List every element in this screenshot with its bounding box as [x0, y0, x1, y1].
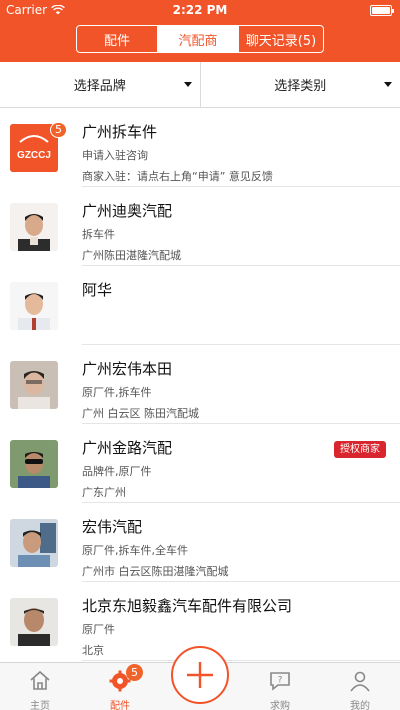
dealer-name: 北京东旭毅鑫汽车配件有限公司	[82, 597, 293, 615]
svg-text:?: ?	[278, 676, 283, 686]
logo-text: GZCCJ	[17, 150, 51, 161]
avatar	[10, 598, 58, 646]
list-item[interactable]: 广州迪奥汽配 拆车件 广州陈田湛隆汽配城	[0, 187, 400, 266]
dealer-parts-type: 原厂件	[82, 623, 115, 636]
tab-parts-label: 配件	[110, 701, 130, 710]
dealer-name: 广州迪奥汽配	[82, 202, 173, 220]
avatar	[10, 203, 58, 251]
caret-down-icon	[183, 82, 192, 87]
list-item[interactable]: 宏伟汽配 原厂件,拆车件,全车件 广州市 白云区陈田湛隆汽配城	[0, 503, 400, 582]
header-bar: Carrier 2:22 PM 配件 汽配商 聊天记录(5)	[0, 0, 400, 62]
app-screen: Carrier 2:22 PM 配件 汽配商 聊天记录(5) 选择品牌 选择类别	[0, 0, 400, 710]
home-icon	[30, 670, 50, 690]
tab-purchase-request-label: 求购	[270, 701, 290, 710]
dealer-name: 广州宏伟本田	[82, 360, 173, 378]
segment-dealers[interactable]: 汽配商	[158, 26, 239, 52]
battery-icon	[370, 5, 394, 16]
avatar	[10, 519, 58, 567]
dealer-parts-type: 拆车件	[82, 228, 115, 241]
dealer-parts-type: 原厂件,拆车件,全车件	[82, 544, 188, 557]
avatar	[10, 440, 58, 488]
plus-icon	[187, 662, 213, 688]
dealer-location: 北京	[82, 644, 104, 657]
category-filter[interactable]: 选择类别	[201, 62, 400, 107]
question-chat-icon: ?	[270, 672, 290, 691]
dealer-name: 阿华	[82, 281, 113, 299]
category-filter-label: 选择类别	[274, 79, 327, 94]
dealer-location: 广州市 白云区陈田湛隆汽配城	[82, 565, 229, 578]
add-button[interactable]	[171, 646, 229, 704]
person-icon	[350, 671, 370, 692]
dealer-parts-type: 原厂件,拆车件	[82, 386, 152, 399]
tab-purchase-request[interactable]: ? 求购	[248, 663, 312, 710]
tab-home[interactable]: 主页	[8, 663, 72, 710]
tab-home-label: 主页	[30, 701, 50, 710]
list-item[interactable]: GZCCJ 5 广州拆车件 申请入驻咨询 商家入驻：请点右上角“申请” 意见反馈	[0, 108, 400, 187]
brand-filter-label: 选择品牌	[73, 79, 126, 94]
tab-profile-label: 我的	[350, 701, 370, 710]
dealer-location: 广东广州	[82, 486, 126, 499]
tab-parts-badge: 5	[126, 664, 143, 681]
dealer-name: 广州拆车件	[82, 123, 158, 141]
dealer-list: GZCCJ 5 广州拆车件 申请入驻咨询 商家入驻：请点右上角“申请” 意见反馈…	[0, 108, 400, 662]
filter-bar: 选择品牌 选择类别	[0, 62, 400, 108]
brand-filter[interactable]: 选择品牌	[0, 62, 201, 107]
dealer-name: 广州金路汽配	[82, 439, 173, 457]
list-item[interactable]: 阿华	[0, 266, 400, 345]
tab-parts[interactable]: 5 配件	[88, 663, 152, 710]
unread-count-badge: 5	[50, 122, 67, 138]
dealer-location: 广州陈田湛隆汽配城	[82, 249, 181, 262]
segment-parts[interactable]: 配件	[77, 26, 158, 52]
segmented-control: 配件 汽配商 聊天记录(5)	[76, 25, 324, 53]
dealer-location: 广州 白云区 陈田汽配城	[82, 407, 199, 420]
status-bar: Carrier 2:22 PM	[0, 0, 400, 20]
avatar	[10, 361, 58, 409]
dealer-parts-type: 品牌件,原厂件	[82, 465, 152, 478]
avatar	[10, 282, 58, 330]
segment-chat-history[interactable]: 聊天记录(5)	[239, 26, 323, 52]
dealer-name: 宏伟汽配	[82, 518, 143, 536]
status-time: 2:22 PM	[172, 3, 228, 17]
authorized-dealer-badge: 授权商家	[334, 441, 386, 458]
list-item[interactable]: 广州金路汽配 授权商家 品牌件,原厂件 广东广州	[0, 424, 400, 503]
list-item[interactable]: 广州宏伟本田 原厂件,拆车件 广州 白云区 陈田汽配城	[0, 345, 400, 424]
caret-down-icon	[384, 82, 392, 87]
dealer-location: 商家入驻：请点右上角“申请” 意见反馈	[82, 170, 273, 183]
tab-profile[interactable]: 我的	[328, 663, 392, 710]
dealer-parts-type: 申请入驻咨询	[82, 149, 148, 162]
